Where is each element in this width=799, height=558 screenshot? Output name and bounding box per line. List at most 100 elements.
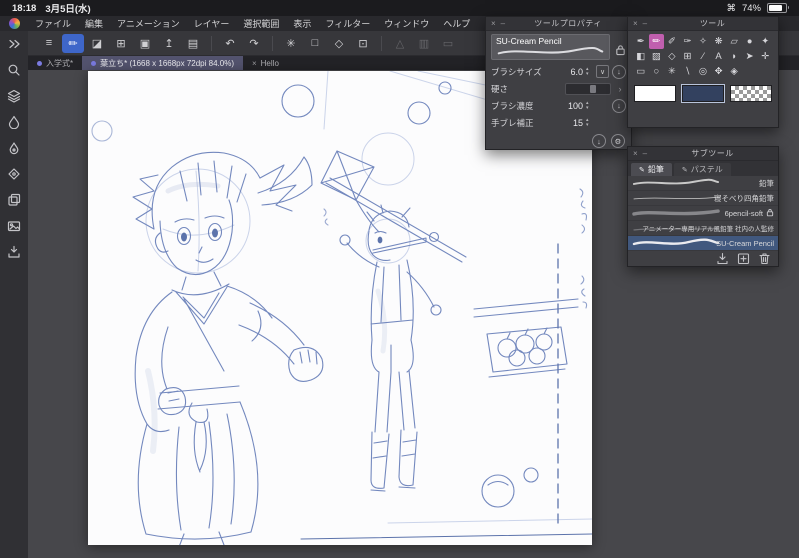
tool-figure[interactable]: ◇: [664, 49, 680, 64]
slider-toggle-button[interactable]: ↓: [612, 64, 626, 79]
menu-layer[interactable]: レイヤー: [187, 17, 237, 30]
tool-auto-select[interactable]: ✳: [664, 64, 680, 79]
snap-ruler-button[interactable]: ▭: [437, 34, 459, 53]
tab-document-2-active[interactable]: 葉立ち* (1668 x 1668px 72dpi 84.0%): [82, 56, 243, 70]
value-stepper[interactable]: ▴ ▾: [586, 101, 593, 110]
select-area-button[interactable]: □: [304, 34, 326, 53]
tool-select-lasso[interactable]: ○: [649, 64, 665, 79]
add-subtool-icon[interactable]: [737, 252, 750, 265]
tab-label: 入学式*: [46, 58, 74, 68]
tool-frame[interactable]: ⊞: [680, 49, 696, 64]
chevron-right-icon[interactable]: ›: [614, 84, 626, 94]
snap-curve-button[interactable]: ▥: [413, 34, 435, 53]
tool-blend[interactable]: ●: [742, 34, 758, 49]
subtool-item-pencil[interactable]: 鉛筆: [628, 176, 778, 191]
tool-hand[interactable]: ✥: [711, 64, 727, 79]
tool-ruler[interactable]: ∕: [695, 49, 711, 64]
color-set-button[interactable]: ◪: [86, 34, 108, 53]
param-brush-size[interactable]: ブラシサイズ 6.0 ▴ ▾ ∨ ↓: [486, 63, 631, 80]
new-canvas-button[interactable]: ⊞: [110, 34, 132, 53]
menu-window[interactable]: ウィンドウ: [377, 17, 436, 30]
current-subtool-box[interactable]: SU-Cream Pencil: [491, 34, 610, 60]
tool-pen[interactable]: ✒: [633, 34, 649, 49]
minimize-panel-icon[interactable]: –: [501, 19, 505, 28]
crop-button[interactable]: ⊡: [352, 34, 374, 53]
main-menu-button[interactable]: ≡: [38, 34, 60, 53]
detail-settings-button[interactable]: ⚙: [611, 134, 625, 148]
layers-alt-icon[interactable]: [6, 192, 22, 207]
param-hardness[interactable]: 硬さ ›: [486, 80, 631, 97]
tool-layer-move[interactable]: ✛: [757, 49, 773, 64]
close-panel-icon[interactable]: ×: [633, 149, 638, 158]
material-icon[interactable]: [6, 166, 22, 181]
menu-selection[interactable]: 選択範囲: [236, 17, 286, 30]
tool-airbrush[interactable]: ✧: [695, 34, 711, 49]
import-icon[interactable]: [6, 244, 22, 259]
tool-gradient[interactable]: ▨: [649, 49, 665, 64]
menu-edit[interactable]: 編集: [78, 17, 110, 30]
value-stepper[interactable]: ▴ ▾: [586, 118, 593, 127]
tab-document-1[interactable]: 入学式*: [28, 56, 82, 70]
undo-button[interactable]: ↶: [219, 34, 241, 53]
subtool-item-su-cream-pencil[interactable]: SU-Cream Pencil: [628, 236, 778, 251]
close-panel-icon[interactable]: ×: [491, 19, 496, 28]
redo-button[interactable]: ↷: [243, 34, 265, 53]
minimize-panel-icon[interactable]: –: [643, 149, 647, 158]
image-icon[interactable]: [6, 218, 22, 233]
tool-eraser[interactable]: ▱: [726, 34, 742, 49]
subtool-item-flat-square-pencil[interactable]: 寝そべり四角鉛筆: [628, 191, 778, 206]
main-color-swatch[interactable]: [634, 85, 676, 102]
slider-toggle-button[interactable]: ↓: [612, 98, 626, 113]
tab-document-3[interactable]: × Hello: [243, 56, 288, 70]
close-panel-icon[interactable]: ×: [633, 19, 638, 28]
battery-icon: [767, 3, 789, 13]
open-file-button[interactable]: ▣: [134, 34, 156, 53]
menu-file[interactable]: ファイル: [28, 17, 78, 30]
brush-tool-button[interactable]: ✏: [62, 33, 84, 53]
download-subtool-icon[interactable]: [716, 252, 729, 265]
tool-pencil[interactable]: ✏: [648, 34, 665, 49]
unit-dropdown[interactable]: ∨: [596, 65, 609, 78]
save-default-button[interactable]: ↓: [592, 134, 606, 148]
eraser-button[interactable]: ◇: [328, 34, 350, 53]
clip-studio-logo-icon[interactable]: [9, 18, 20, 29]
layer-stack-icon[interactable]: [6, 88, 22, 103]
param-stabilization[interactable]: 手ブレ補正 15 ▴ ▾: [486, 114, 631, 131]
tool-balloon[interactable]: ◗: [726, 49, 742, 64]
print-button[interactable]: ▤: [182, 34, 204, 53]
menu-help[interactable]: ヘルプ: [436, 17, 477, 30]
paint-droplet-icon[interactable]: [6, 140, 22, 155]
tool-brush[interactable]: ✑: [680, 34, 696, 49]
subtool-tab-pastel[interactable]: ✎ パステル: [673, 163, 731, 176]
tool-select-rect[interactable]: ▭: [633, 64, 649, 79]
subtool-item-animator-real-pencil[interactable]: アニメーター専用リアル風鉛筆 社内の人監修: [628, 221, 778, 236]
tool-decoration[interactable]: ❋: [711, 34, 727, 49]
tool-fill[interactable]: ◧: [633, 49, 649, 64]
snap-linear-button[interactable]: △: [389, 34, 411, 53]
search-icon[interactable]: [6, 62, 22, 77]
tool-navigate[interactable]: ◈: [726, 64, 742, 79]
minimize-panel-icon[interactable]: –: [643, 19, 647, 28]
menu-filter[interactable]: フィルター: [318, 17, 377, 30]
tool-liquify[interactable]: ✦: [757, 34, 773, 49]
sub-color-swatch[interactable]: [681, 84, 725, 103]
subtool-item-6pencil-soft[interactable]: 6pencil-soft: [628, 206, 778, 221]
hardness-widget[interactable]: [565, 82, 611, 95]
tool-zoom[interactable]: ◎: [695, 64, 711, 79]
subtool-tab-pencil[interactable]: ✎ 鉛筆: [631, 163, 672, 176]
close-tab-icon[interactable]: ×: [252, 59, 257, 68]
value-stepper[interactable]: ▴ ▾: [586, 67, 593, 76]
transparent-swatch[interactable]: [730, 85, 772, 102]
collapse-sidebar-icon[interactable]: [6, 36, 22, 51]
ink-droplet-icon[interactable]: [6, 114, 22, 129]
export-button[interactable]: ↥: [158, 34, 180, 53]
param-brush-density[interactable]: ブラシ濃度 100 ▴ ▾ ↓: [486, 97, 631, 114]
tool-marker[interactable]: ✐: [664, 34, 680, 49]
tool-eyedropper[interactable]: ∖: [680, 64, 696, 79]
tool-operation[interactable]: ➤: [742, 49, 758, 64]
delete-subtool-icon[interactable]: [758, 252, 771, 265]
menu-view[interactable]: 表示: [286, 17, 318, 30]
tool-text[interactable]: A: [711, 49, 727, 64]
auto-select-button[interactable]: ✳: [280, 34, 302, 53]
menu-animation[interactable]: アニメーション: [110, 17, 187, 30]
